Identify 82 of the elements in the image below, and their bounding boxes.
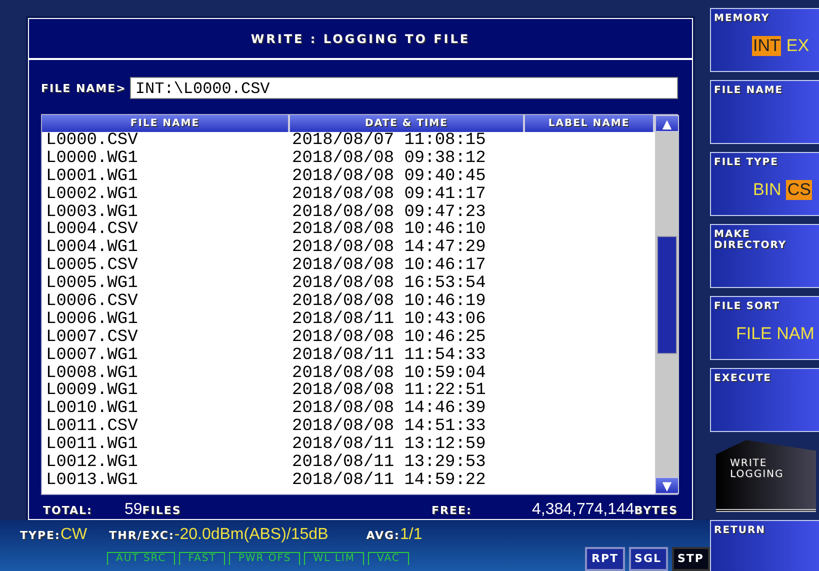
date-time-cell: 2018/08/11 14:59:22 <box>292 472 486 490</box>
option-label[interactable]: BIN <box>752 180 782 200</box>
file-name-cell-text: L0011.WG1 <box>45 436 139 454</box>
scrollbar-track[interactable]: ▼ <box>655 132 679 494</box>
threshold-label: THR/EXC: <box>109 529 174 542</box>
mode-button[interactable]: RPT <box>585 547 625 571</box>
scroll-up-button[interactable]: ▲ <box>655 115 679 132</box>
file-name-field[interactable]: INT:\L0000.CSV <box>130 77 678 100</box>
indicator-label: FAST <box>179 552 226 565</box>
date-time-cell: 2018/08/08 09:40:45 <box>292 168 486 186</box>
softkey-button[interactable]: FILE SORT FILE NAM <box>710 296 819 360</box>
file-name-cell-text: L0004.CSV <box>45 221 139 240</box>
file-name-cell-text: L0003.WG1 <box>45 204 139 222</box>
date-time-cell: 2018/08/08 10:46:19 <box>292 293 486 311</box>
file-name-cell-text: L0006.WG1 <box>45 310 139 329</box>
date-time-cell: 2018/08/08 10:46:10 <box>292 221 486 240</box>
file-name-cell-text: L0004.WG1 <box>45 239 139 258</box>
option-label[interactable]: CS <box>786 180 812 200</box>
file-name-cell-text: L0013.WG1 <box>45 472 139 490</box>
date-time-cell: 2018/08/08 09:47:23 <box>292 204 486 222</box>
indicator-label: PWR OFS <box>229 552 300 565</box>
date-time-cell: 2018/08/08 14:51:33 <box>292 418 486 436</box>
column-header[interactable]: LABEL NAME <box>525 115 655 132</box>
indicator-label: AUT SRC <box>107 552 176 565</box>
date-time-cell: 2018/08/08 14:46:39 <box>292 400 486 418</box>
softkey-button[interactable]: MEMORY INT EX <box>710 8 819 72</box>
date-time-cell: 2018/08/08 10:46:25 <box>292 328 486 347</box>
file-name-label: FILE NAME> <box>41 82 126 95</box>
date-time-cell: 2018/08/08 11:22:51 <box>292 382 486 400</box>
free-label: FREE: <box>432 504 472 517</box>
file-name-cell-text: L0000.CSV <box>45 132 139 150</box>
date-time-cell: 2018/08/11 10:43:06 <box>292 310 486 329</box>
file-name-cell-text: L0002.WG1 <box>45 186 139 204</box>
file-name-cell-text: L0007.CSV <box>45 328 139 347</box>
mode-button[interactable]: SGL <box>628 547 668 571</box>
file-name-cell-text: L0011.CSV <box>45 418 139 436</box>
date-time-cell: 2018/08/08 09:38:12 <box>292 150 486 168</box>
free-unit: BYTES <box>634 504 678 517</box>
softkey-button[interactable]: RETURN <box>710 520 819 571</box>
file-name-cell-text: L0008.WG1 <box>45 364 139 382</box>
file-name-cell-text: L0010.WG1 <box>45 400 139 418</box>
date-time-cell: 2018/08/08 10:59:04 <box>292 364 486 382</box>
mode-button[interactable]: STP <box>672 547 710 571</box>
total-label: TOTAL: <box>43 504 92 517</box>
file-name-cell-text: L0012.WG1 <box>45 454 139 472</box>
file-name-cell-text: L0007.WG1 <box>45 346 139 365</box>
threshold-value: -20.0dBm(ABS)/15dB <box>174 526 328 544</box>
scroll-down-button[interactable]: ▼ <box>655 477 679 494</box>
total-count: 59 <box>124 501 142 519</box>
date-time-cell: 2018/08/08 16:53:54 <box>292 275 486 294</box>
total-unit: FILES <box>142 504 182 517</box>
softkey-button[interactable]: EXECUTE <box>710 368 819 432</box>
date-time-cell: 2018/08/08 10:46:17 <box>292 257 486 276</box>
option-label[interactable]: EX <box>785 36 810 56</box>
date-time-cell: 2018/08/11 11:54:33 <box>292 346 486 365</box>
file-name-cell-text: L0000.WG1 <box>45 150 139 168</box>
column-header[interactable]: DATE & TIME <box>290 115 525 132</box>
free-value: 4,384,774,144 <box>532 501 634 519</box>
scrollbar-thumb[interactable] <box>657 236 677 354</box>
column-header[interactable]: FILE NAME <box>42 115 290 132</box>
type-label: TYPE: <box>20 529 60 542</box>
date-time-cell: 2018/08/08 14:47:29 <box>292 239 486 258</box>
file-name-cell-text: L0005.CSV <box>45 257 139 276</box>
date-time-cell: 2018/08/11 13:29:53 <box>292 454 486 472</box>
file-name-cell-text: L0005.WG1 <box>45 275 139 294</box>
softkey-button[interactable]: FILE NAME <box>710 80 819 144</box>
type-value: CW <box>60 526 88 544</box>
indicator-label: WL LIM <box>304 552 364 565</box>
date-time-cell: 2018/08/07 11:08:15 <box>292 132 486 150</box>
average-label: AVG: <box>366 529 400 542</box>
file-name-cell-text: L0001.WG1 <box>45 168 139 186</box>
softkey-button[interactable]: MAKE DIRECTORY <box>710 224 819 288</box>
softkey-button[interactable]: FILE TYPE BIN CS <box>710 152 819 216</box>
average-value: 1/1 <box>400 526 422 544</box>
write-logging-tab[interactable]: WRITE LOGGING <box>716 440 816 512</box>
file-name-cell-text: L0006.CSV <box>45 293 139 311</box>
date-time-cell: 2018/08/08 09:41:17 <box>292 186 486 204</box>
file-name-cell-text: L0009.WG1 <box>45 382 139 400</box>
dialog-title: WRITE : LOGGING TO FILE <box>29 19 692 60</box>
date-time-cell: 2018/08/11 13:12:59 <box>292 436 486 454</box>
indicator-label: VAC <box>368 552 409 565</box>
option-label[interactable]: INT <box>752 36 782 56</box>
